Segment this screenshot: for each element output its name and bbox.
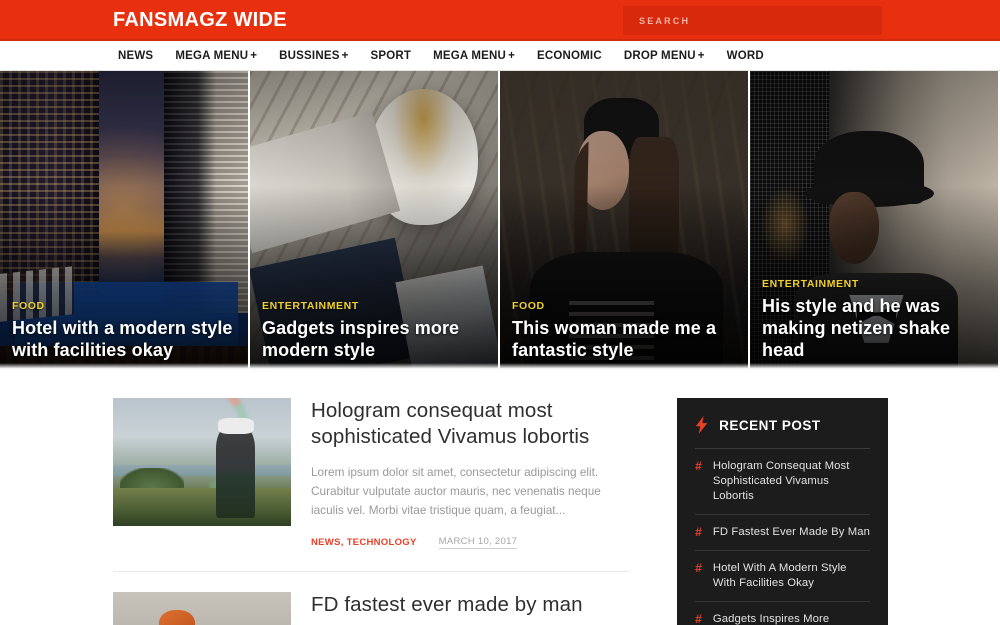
post-thumbnail[interactable] [113,398,291,526]
post-item: Hologram consequat most sophisticated Vi… [113,398,630,572]
featured-category[interactable]: FOOD [12,300,236,312]
post-body: FD fastest ever made by man Lorem ipsum … [311,592,629,625]
nav-item-mega-menu-2[interactable]: MEGA MENU + [422,41,526,71]
post-thumbnail[interactable]: Ctrl [113,592,291,625]
post-list: Hologram consequat most sophisticated Vi… [113,398,630,625]
nav-label: MEGA MENU [433,50,507,62]
nav-item-sport[interactable]: SPORT [360,41,423,71]
post-body: Hologram consequat most sophisticated Vi… [311,398,629,549]
search-box[interactable] [623,6,882,35]
main-content: Hologram consequat most sophisticated Vi… [0,373,1000,625]
nav-label: DROP MENU [623,50,696,62]
post-meta: NEWS, TECHNOLOGY MARCH 10, 2017 [311,536,629,549]
featured-title[interactable]: His style and he was making netizen shak… [762,295,986,361]
chevron-plus-icon: + [508,50,515,62]
featured-caption: FOOD This woman made me a fantastic styl… [512,300,736,361]
post-excerpt: Lorem ipsum dolor sit amet, consectetur … [311,465,601,517]
chevron-plus-icon: + [341,50,349,62]
nav-item-news[interactable]: NEWS [113,41,164,71]
recent-post-list: # Hologram Consequat Most Sophisticated … [695,449,870,625]
sidebar-title: RECENT POST [719,417,821,433]
content-wrap: Hologram consequat most sophisticated Vi… [113,398,888,625]
featured-category[interactable]: ENTERTAINMENT [262,300,486,312]
chevron-plus-icon: + [250,50,258,62]
post-categories[interactable]: NEWS, TECHNOLOGY [311,537,417,548]
nav-label: NEWS [118,50,154,62]
nav-label: WORD [726,50,764,62]
featured-posts-strip: FOOD Hotel with a modern style with faci… [0,71,1000,373]
vr-headset-image [113,398,291,526]
recent-post-item[interactable]: # Hologram Consequat Most Sophisticated … [695,449,870,515]
post-title[interactable]: FD fastest ever made by man [311,592,629,618]
lightning-bolt-icon [695,416,708,434]
post-item: Ctrl FD fastest ever made by man Lorem i… [113,592,629,625]
featured-card-1[interactable]: FOOD Hotel with a modern style with faci… [0,71,250,373]
recent-post-item[interactable]: # FD Fastest Ever Made By Man [695,515,870,551]
sidebar-recent-post: RECENT POST # Hologram Consequat Most So… [677,398,888,625]
nav-item-bussines[interactable]: BUSSINES + [268,41,359,71]
recent-post-label: Hotel With A Modern Style With Facilitie… [712,562,847,589]
featured-title[interactable]: Gadgets inspires more modern style [262,317,486,361]
recent-post-item[interactable]: # Hotel With A Modern Style With Facilit… [695,551,870,602]
nav-label: BUSSINES [279,50,340,62]
recent-post-label: Hologram Consequat Most Sophisticated Vi… [712,460,850,502]
nav-item-word[interactable]: WORD [716,41,775,71]
search-input[interactable] [623,6,882,35]
featured-caption: FOOD Hotel with a modern style with faci… [12,300,236,361]
main-navigation: NEWS MEGA MENU + BUSSINES + SPORT MEGA MEN… [0,41,1000,71]
nav-item-drop-menu[interactable]: DROP MENU + [613,41,716,71]
featured-category[interactable]: ENTERTAINMENT [762,278,986,290]
nav-item-mega-menu-1[interactable]: MEGA MENU + [164,41,268,71]
nav-label: SPORT [370,50,412,62]
recent-post-label: FD Fastest Ever Made By Man [712,526,870,538]
nav-item-economic[interactable]: ECONOMIC [526,41,613,71]
featured-card-4[interactable]: ENTERTAINMENT His style and he was makin… [750,71,1000,373]
site-header: FANSMAGZ WIDE [0,0,1000,41]
hash-icon: # [695,561,702,575]
nav-label: MEGA MENU [175,50,249,62]
site-logo[interactable]: FANSMAGZ WIDE [113,7,287,33]
hash-icon: # [695,459,702,473]
hash-icon: # [695,525,702,539]
nav-label: ECONOMIC [536,50,602,62]
featured-card-2[interactable]: ENTERTAINMENT Gadgets inspires more mode… [250,71,500,373]
featured-caption: ENTERTAINMENT Gadgets inspires more mode… [262,300,486,361]
hash-icon: # [695,612,702,625]
featured-title[interactable]: This woman made me a fantastic style [512,317,736,361]
post-date[interactable]: MARCH 10, 2017 [438,536,518,549]
featured-category[interactable]: FOOD [512,300,736,312]
chevron-plus-icon: + [697,50,705,62]
recent-post-item[interactable]: # Gadgets Inspires More Modern Style [695,602,870,625]
sidebar-header: RECENT POST [695,416,870,449]
featured-title[interactable]: Hotel with a modern style with facilitie… [12,317,236,361]
nav-list: NEWS MEGA MENU + BUSSINES + SPORT MEGA MEN… [113,41,775,71]
lego-ctrl-key-image: Ctrl [113,592,291,625]
featured-caption: ENTERTAINMENT His style and he was makin… [762,278,986,361]
recent-post-label: Gadgets Inspires More Modern Style [712,613,830,625]
post-title[interactable]: Hologram consequat most sophisticated Vi… [311,398,629,450]
featured-card-3[interactable]: FOOD This woman made me a fantastic styl… [500,71,750,373]
